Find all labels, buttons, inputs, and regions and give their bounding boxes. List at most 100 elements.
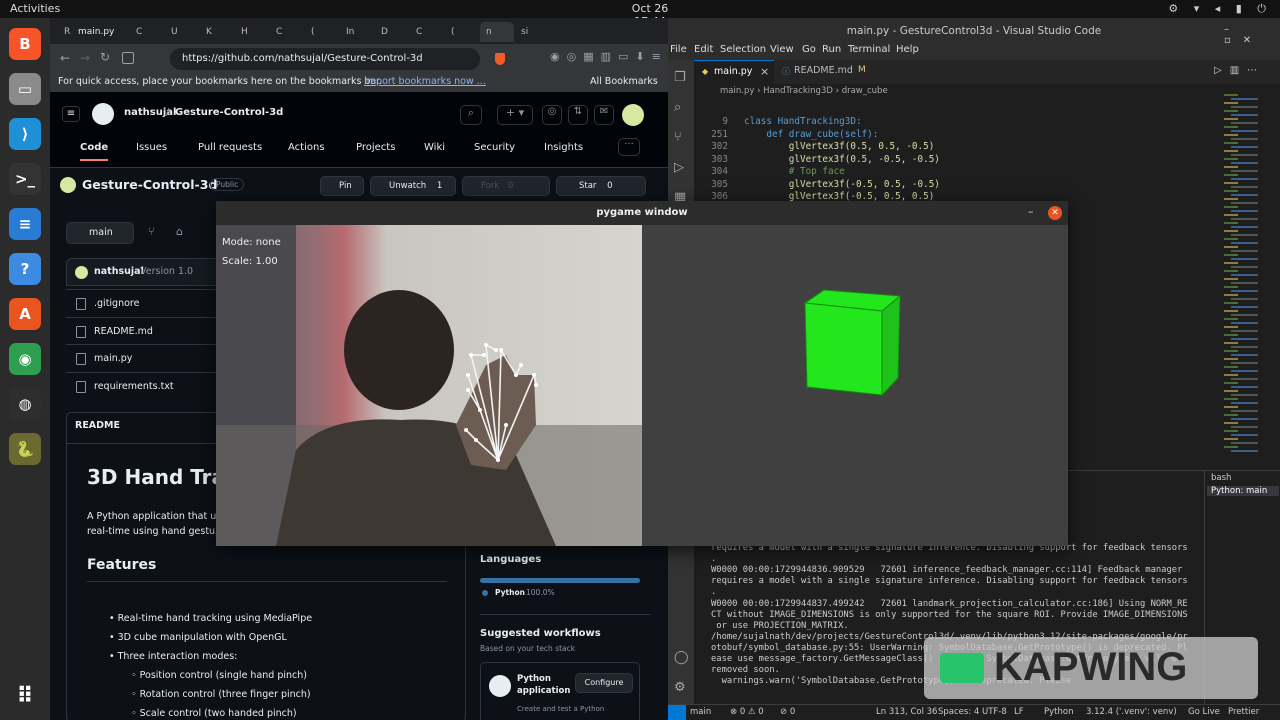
browser-tab[interactable]: si <box>515 22 549 42</box>
nav-tab-insights[interactable]: Insights <box>544 142 583 153</box>
status-indentation[interactable]: Spaces: 4 <box>938 707 979 717</box>
code-line[interactable]: 305 glVertex3f(-0.5, 0.5, -0.5) <box>694 179 1214 192</box>
browser-tab[interactable]: H <box>235 22 269 42</box>
repo-link[interactable]: Gesture-Control-3d <box>175 107 283 118</box>
status-language[interactable]: Python <box>1044 707 1073 717</box>
fork-button[interactable]: Fork 0 <box>462 176 550 196</box>
browser-tab[interactable]: ( <box>305 22 339 42</box>
remote-icon[interactable] <box>668 705 686 720</box>
nav-tab-wiki[interactable]: Wiki <box>424 142 445 153</box>
status-eol[interactable]: LF <box>1014 707 1024 717</box>
brave-icon[interactable]: B <box>9 28 41 60</box>
source-control-icon[interactable]: ⑂ <box>674 130 682 145</box>
help-icon[interactable]: ? <box>9 253 41 285</box>
terminal-tab-bash[interactable]: bash <box>1211 473 1231 483</box>
back-icon[interactable]: ← <box>60 51 70 65</box>
issues-icon[interactable]: ◎ <box>542 105 562 125</box>
minimize-icon[interactable]: – <box>1028 205 1034 218</box>
chrome-icon[interactable]: ◉ <box>9 343 41 375</box>
system-tray[interactable]: ⚙ ▾ ◂ ▮ ⏻ <box>1168 2 1272 16</box>
import-bookmarks-link[interactable]: Import bookmarks now ... <box>364 74 486 90</box>
browser-tab[interactable]: U <box>165 22 199 42</box>
status-go-live[interactable]: Go Live <box>1188 707 1220 717</box>
nav-tab-pull-requests[interactable]: Pull requests <box>198 142 262 153</box>
unwatch-button[interactable]: Unwatch 1 <box>370 176 456 196</box>
create-new-icon[interactable]: + ▾ <box>497 105 533 125</box>
settings-gear-icon[interactable]: ⚙ <box>674 680 686 695</box>
code-line[interactable]: 304 # Top face <box>694 166 1214 179</box>
repo-title[interactable]: Gesture-Control-3d <box>82 177 217 192</box>
browser-tab[interactable]: C <box>270 22 304 42</box>
account-icon[interactable]: ◯ <box>674 650 689 665</box>
url-input[interactable]: https://github.com/nathsujal/Gesture-Con… <box>170 48 480 70</box>
browser-tab-active[interactable]: main.py <box>72 22 128 42</box>
brave-shield-icon[interactable] <box>495 53 505 65</box>
github-logo-icon[interactable] <box>92 103 114 125</box>
run-debug-icon[interactable]: ▷ <box>674 160 684 175</box>
browser-tab[interactable]: n <box>480 22 514 42</box>
close-icon[interactable]: ✕ <box>1048 206 1062 220</box>
browser-tab[interactable]: ( <box>445 22 479 42</box>
terminal-tab-python[interactable]: Python: main <box>1207 486 1279 496</box>
bookmark-icon[interactable] <box>122 52 134 64</box>
avatar[interactable] <box>622 104 644 126</box>
readme-tab[interactable]: README <box>75 420 120 431</box>
inbox-icon[interactable]: ✉ <box>594 105 614 125</box>
nav-tab-issues[interactable]: Issues <box>136 142 167 153</box>
language-name[interactable]: Python <box>495 588 525 597</box>
obs-icon[interactable]: ◍ <box>9 388 41 420</box>
browser-tab[interactable]: C <box>410 22 444 42</box>
commit-author[interactable]: nathsujal <box>94 266 144 277</box>
pin-button[interactable]: Pin <box>320 176 364 196</box>
status-cursor-position[interactable]: Ln 313, Col 36 <box>876 707 937 717</box>
extension-icons[interactable]: ◉◎▦▥▭⬇≡ <box>550 50 668 63</box>
editor-actions[interactable]: ▷▥⋯ <box>1214 65 1265 76</box>
tab-main-py[interactable]: ◆ main.py × <box>694 60 774 84</box>
tags-icon[interactable]: ⌂ <box>176 225 183 238</box>
breadcrumb[interactable]: main.py › HandTracking3D › draw_cube <box>720 86 888 96</box>
show-apps-grid-icon[interactable]: ⠿ <box>9 680 41 712</box>
browser-tab[interactable]: K <box>200 22 234 42</box>
close-icon[interactable]: × <box>760 65 769 78</box>
menu-edit[interactable]: Edit <box>694 44 713 55</box>
writer-icon[interactable]: ≡ <box>9 208 41 240</box>
code-line[interactable]: 9 class HandTracking3D: <box>694 116 1214 129</box>
menu-go[interactable]: Go <box>802 44 816 55</box>
menu-help[interactable]: Help <box>896 44 919 55</box>
branches-icon[interactable]: ⑂ <box>148 225 155 238</box>
workflow-name[interactable]: Python application <box>517 673 570 697</box>
reload-icon[interactable]: ↻ <box>100 50 110 64</box>
nav-tab-actions[interactable]: Actions <box>288 142 325 153</box>
status-branch[interactable]: main <box>690 707 711 717</box>
nav-tab-projects[interactable]: Projects <box>356 142 395 153</box>
menu-selection[interactable]: Selection <box>720 44 766 55</box>
vscode-icon[interactable]: ⟩ <box>9 118 41 150</box>
activities-button[interactable]: Activities <box>10 2 60 15</box>
menu-icon[interactable]: ≡ <box>62 106 80 122</box>
status-ports[interactable]: ⊘ 0 <box>780 707 795 717</box>
commit-message[interactable]: Version 1.0 <box>140 266 193 277</box>
appcenter-icon[interactable]: A <box>9 298 41 330</box>
status-prettier[interactable]: Prettier <box>1228 707 1259 717</box>
browser-tab[interactable]: In <box>340 22 374 42</box>
branch-selector[interactable]: main <box>66 222 134 244</box>
search-icon[interactable]: ⌕ <box>674 100 681 115</box>
forward-icon[interactable]: → <box>80 51 90 65</box>
pull-requests-icon[interactable]: ⇅ <box>568 105 588 125</box>
code-line[interactable]: 303 glVertex3f(0.5, -0.5, -0.5) <box>694 154 1214 167</box>
menu-view[interactable]: View <box>770 44 794 55</box>
nav-tab-security[interactable]: Security <box>474 142 515 153</box>
configure-button[interactable]: Configure <box>575 673 633 693</box>
code-line[interactable]: 302 glVertex3f(0.5, 0.5, -0.5) <box>694 141 1214 154</box>
status-problems[interactable]: ⊗ 0 ⚠ 0 <box>730 707 764 717</box>
python-icon[interactable]: 🐍 <box>9 433 41 465</box>
more-nav-icon[interactable]: ··· <box>618 138 640 156</box>
window-controls[interactable]: –▫✕ <box>1224 24 1280 46</box>
star-button[interactable]: Star 0 <box>556 176 646 196</box>
menu-terminal[interactable]: Terminal <box>848 44 890 55</box>
code-line[interactable]: 251 def draw_cube(self): <box>694 129 1214 142</box>
terminal-icon[interactable]: >_ <box>9 163 41 195</box>
status-interpreter[interactable]: 3.12.4 ('.venv': venv) <box>1086 707 1177 717</box>
minimap[interactable] <box>1216 84 1280 464</box>
all-bookmarks-button[interactable]: All Bookmarks <box>590 74 658 90</box>
